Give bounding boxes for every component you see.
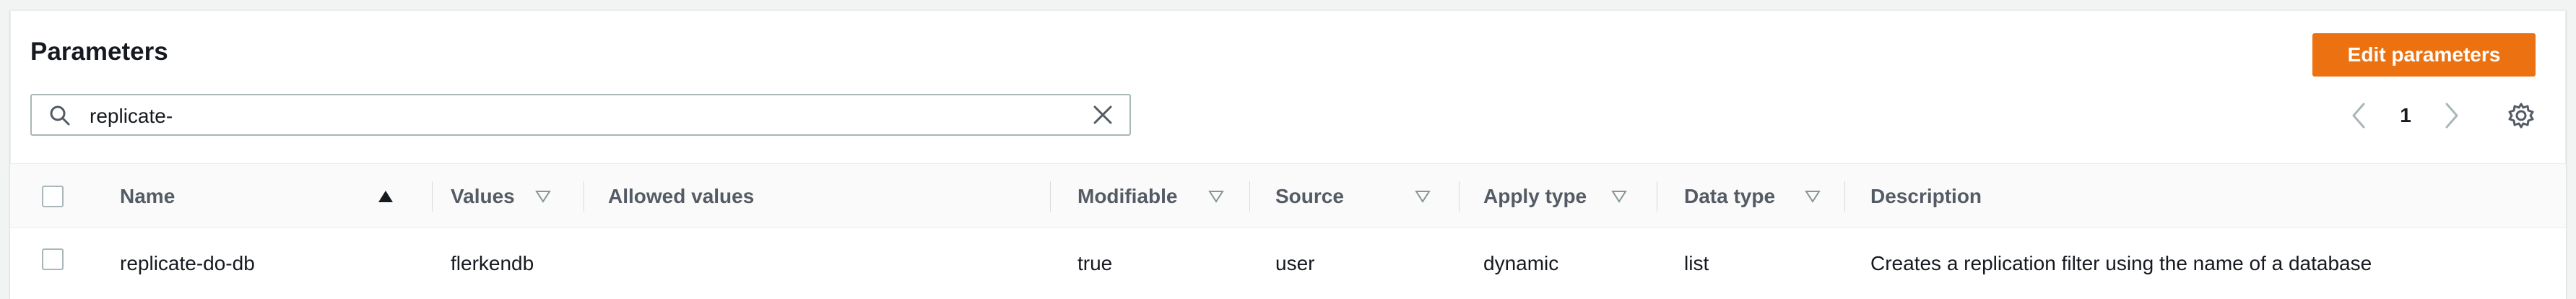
- row-checkbox[interactable]: [42, 248, 64, 270]
- cell-modifiable: true: [1077, 252, 1113, 274]
- current-page-number[interactable]: 1: [2391, 98, 2420, 133]
- table-header: Name Values Allowed values Modifiable So…: [10, 163, 2566, 228]
- column-header-modifiable[interactable]: Modifiable: [1077, 164, 1177, 229]
- cell-source: user: [1275, 252, 1315, 274]
- cell-apply-type: dynamic: [1483, 252, 1559, 274]
- column-header-apply-type[interactable]: Apply type: [1483, 164, 1587, 229]
- cell-values: flerkendb: [451, 252, 534, 274]
- column-header-name[interactable]: Name: [120, 164, 175, 229]
- sort-icon[interactable]: [1207, 188, 1225, 205]
- search-input[interactable]: replicate-: [90, 105, 173, 128]
- sort-icon[interactable]: [1414, 188, 1431, 205]
- column-divider: [1844, 181, 1845, 212]
- cell-name: replicate-do-db: [120, 252, 255, 274]
- cell-description: Creates a replication filter using the n…: [1870, 252, 2372, 274]
- edit-parameters-button[interactable]: Edit parameters: [2312, 33, 2536, 77]
- next-page-icon[interactable]: [2440, 98, 2464, 133]
- column-divider: [1459, 181, 1460, 212]
- sort-icon[interactable]: [534, 188, 552, 205]
- sort-icon[interactable]: [1610, 188, 1628, 205]
- column-divider: [432, 181, 433, 212]
- page-title: Parameters: [30, 38, 168, 66]
- search-field[interactable]: replicate-: [30, 94, 1131, 136]
- column-header-values[interactable]: Values: [451, 164, 515, 229]
- column-header-data-type[interactable]: Data type: [1684, 164, 1775, 229]
- column-header-description: Description: [1870, 185, 1982, 207]
- column-divider: [1050, 181, 1051, 212]
- sort-ascending-icon[interactable]: [377, 188, 394, 205]
- cell-data-type: list: [1684, 252, 1709, 274]
- table-row[interactable]: replicate-do-db flerkendb true user dyna…: [10, 228, 2566, 299]
- column-divider: [1249, 181, 1250, 212]
- column-header-allowed-values: Allowed values: [608, 185, 755, 207]
- search-icon: [50, 105, 70, 126]
- previous-page-icon[interactable]: [2346, 98, 2371, 133]
- gear-icon[interactable]: [2507, 102, 2535, 129]
- column-header-source[interactable]: Source: [1275, 164, 1344, 229]
- sort-icon[interactable]: [1804, 188, 1821, 205]
- clear-search-icon[interactable]: [1092, 104, 1114, 126]
- select-all-checkbox[interactable]: [42, 186, 64, 207]
